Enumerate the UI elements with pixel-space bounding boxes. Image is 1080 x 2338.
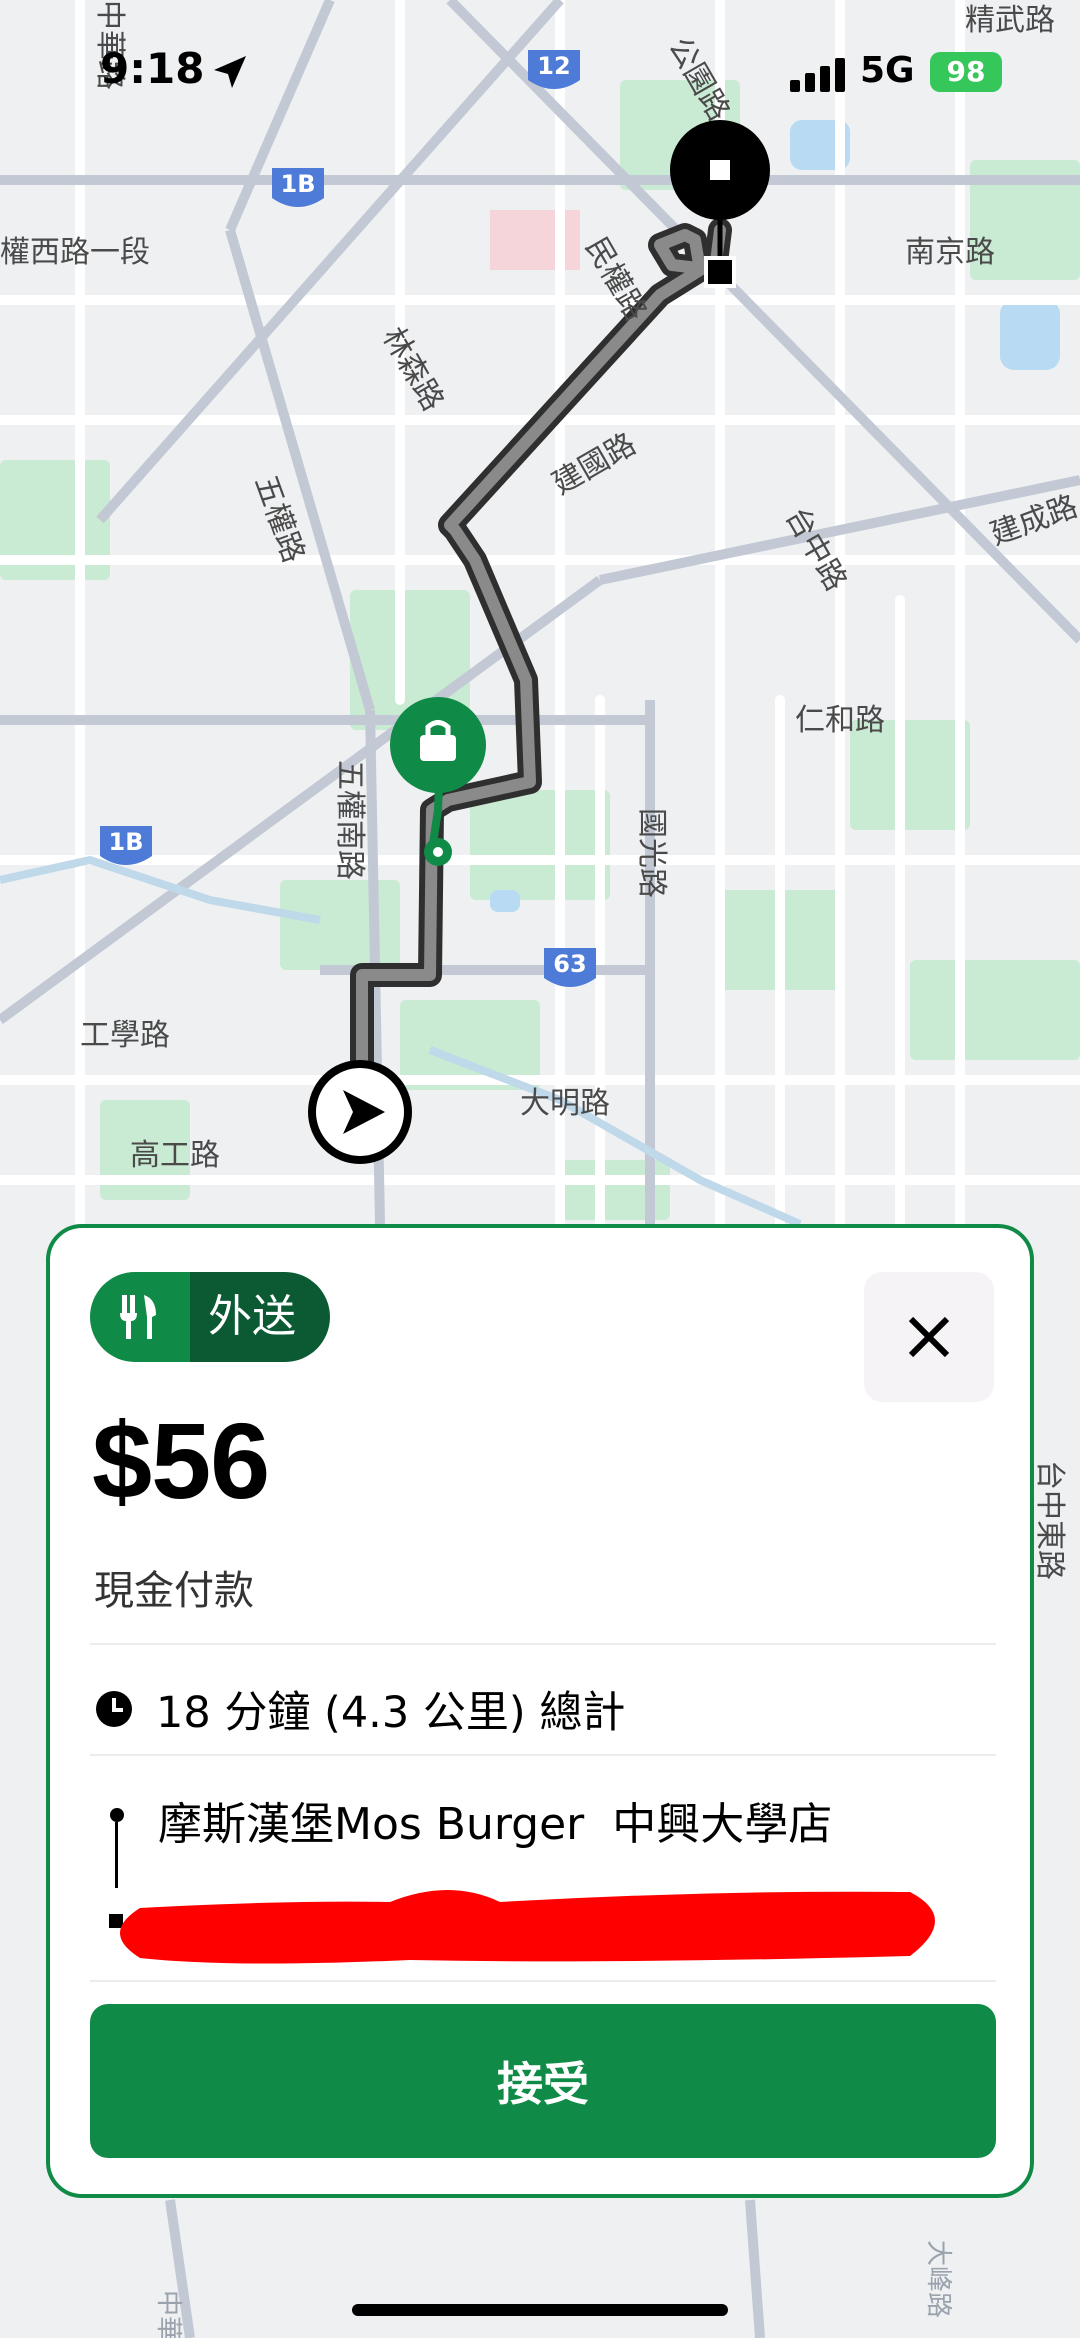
- svg-text:工學路: 工學路: [80, 1018, 170, 1053]
- fare-amount: $56: [92, 1400, 270, 1521]
- svg-text:高工路: 高工路: [130, 1138, 220, 1173]
- trip-summary: 18 分鐘 (4.3 公里) 總計: [156, 1688, 626, 1738]
- svg-text:大峰路: 大峰路: [923, 2240, 953, 2318]
- divider: [90, 1980, 996, 1982]
- divider: [90, 1754, 996, 1756]
- pickup-dot-icon: [110, 1808, 124, 1822]
- svg-text:1B: 1B: [281, 170, 316, 198]
- current-location-icon: [308, 1060, 412, 1164]
- svg-text:南京路: 南京路: [905, 235, 995, 270]
- close-icon: [908, 1316, 950, 1358]
- location-arrow-icon: [214, 56, 246, 88]
- svg-text:1B: 1B: [109, 828, 144, 856]
- redacted-dropoff-address: [120, 1890, 935, 1964]
- signal-icon: [790, 58, 845, 92]
- battery-level: 98: [946, 55, 986, 88]
- delivery-badge-label: 外送: [190, 1272, 330, 1362]
- svg-text:63: 63: [553, 950, 586, 978]
- svg-text:大明路: 大明路: [520, 1086, 610, 1121]
- home-indicator[interactable]: [352, 2304, 728, 2316]
- pickup-location: 摩斯漢堡Mos Burger 中興大學店: [158, 1799, 833, 1850]
- svg-text:仁和路: 仁和路: [795, 703, 885, 738]
- status-time: 9:18: [100, 44, 205, 93]
- battery-icon: 98: [930, 52, 1002, 92]
- network-type: 5G: [860, 50, 915, 91]
- accept-button[interactable]: 接受: [90, 2004, 996, 2158]
- svg-text:台中東路: 台中東路: [1032, 1460, 1067, 1580]
- svg-text:權西路一段: 權西路一段: [0, 235, 150, 270]
- svg-text:國光路: 國光路: [634, 808, 669, 898]
- clock-icon: [96, 1691, 132, 1727]
- utensils-icon: [90, 1272, 190, 1362]
- status-bar: 9:18 5G 98: [0, 0, 1080, 140]
- delivery-request-card: 外送 $56 現金付款 18 分鐘 (4.3 公里) 總計 摩斯漢堡Mos Bu…: [46, 1224, 1034, 2198]
- payment-method: 現金付款: [94, 1568, 254, 1614]
- delivery-badge: 外送: [90, 1272, 330, 1362]
- close-button[interactable]: [864, 1272, 994, 1402]
- svg-text:中華路: 中華路: [153, 2290, 183, 2338]
- divider: [90, 1643, 996, 1645]
- svg-text:五權南路: 五權南路: [332, 760, 367, 880]
- trip-summary-row: 18 分鐘 (4.3 公里) 總計: [94, 1674, 625, 1744]
